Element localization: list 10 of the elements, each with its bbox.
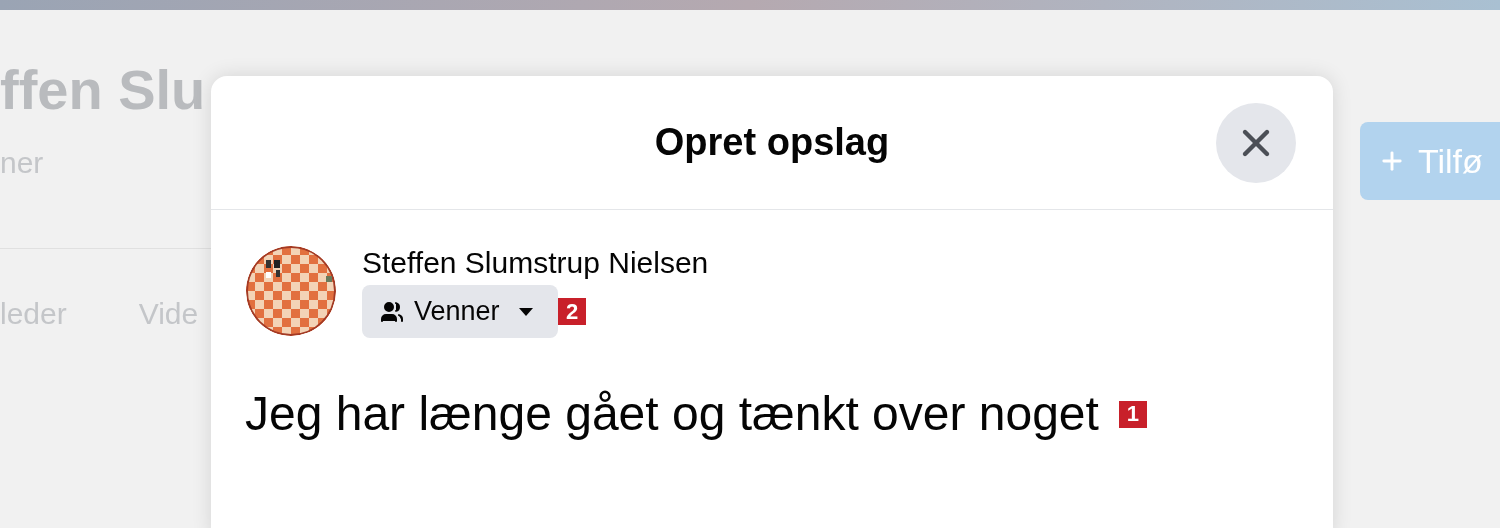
caret-icon [517, 306, 534, 317]
audience-button[interactable]: Venner [362, 285, 558, 338]
number-badge: 2 [558, 298, 586, 325]
profile-name: ffen Slu [0, 62, 207, 118]
post-text-field[interactable]: Jeg har længe gået og tænkt over noget [245, 390, 1099, 438]
author-name: Steffen Slumstrup Nielsen [362, 246, 709, 278]
add-button[interactable]: Tilfø [1360, 122, 1500, 200]
number-badge: 1 [1118, 400, 1147, 428]
dialog-title: Opret opslag [654, 120, 890, 165]
people-icon [380, 299, 404, 324]
